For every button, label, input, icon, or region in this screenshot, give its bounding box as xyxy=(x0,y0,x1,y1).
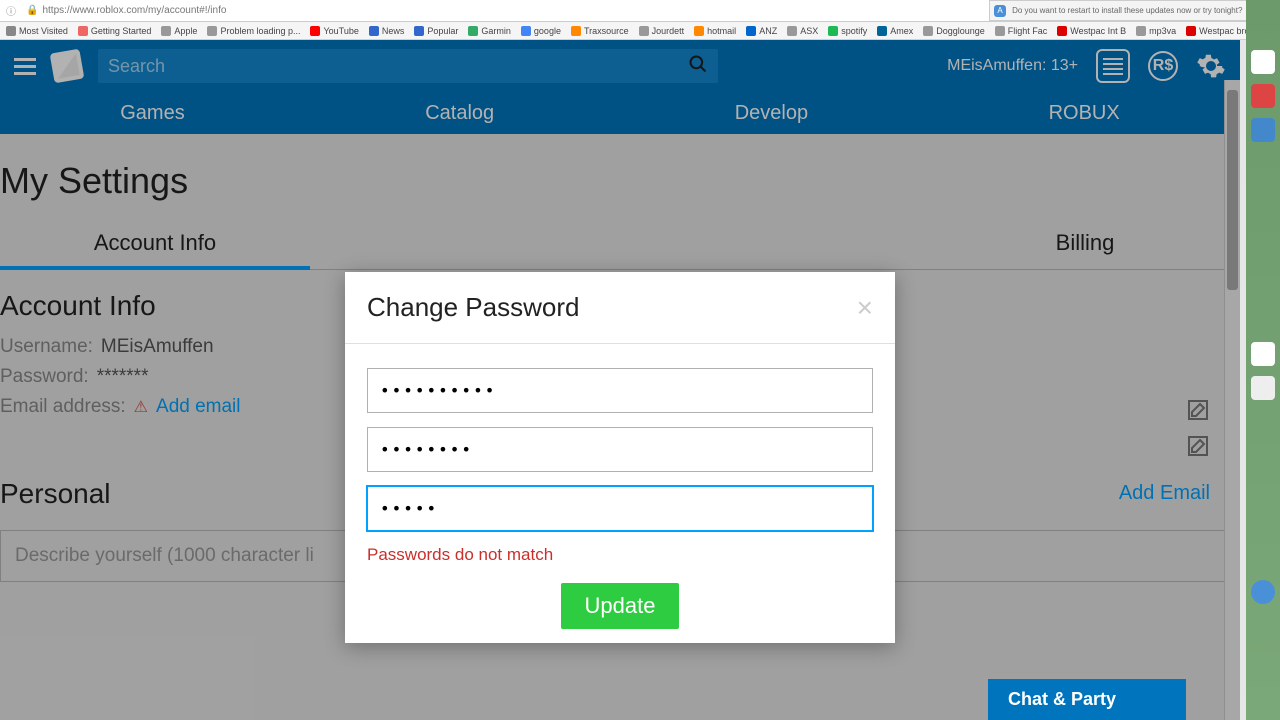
desktop-icon[interactable] xyxy=(1251,376,1275,400)
bookmark-item[interactable]: ASX xyxy=(787,26,818,36)
bookmark-item[interactable]: hotmail xyxy=(694,26,736,36)
info-icon[interactable]: ⓘ xyxy=(6,3,16,18)
bookmark-item[interactable]: spotify xyxy=(828,26,867,36)
bookmark-item[interactable]: Apple xyxy=(161,26,197,36)
desktop-icon[interactable] xyxy=(1251,580,1275,604)
bookmark-item[interactable]: Traxsource xyxy=(571,26,629,36)
bookmark-bar: Most Visited Getting Started Apple Probl… xyxy=(0,22,1280,40)
close-icon[interactable]: × xyxy=(857,294,873,322)
notif-text: Do you want to restart to install these … xyxy=(1012,6,1242,15)
confirm-password-input[interactable] xyxy=(367,486,873,531)
lock-icon: 🔒 xyxy=(26,5,38,16)
bookmark-item[interactable]: YouTube xyxy=(310,26,358,36)
bookmark-item[interactable]: Most Visited xyxy=(6,26,68,36)
browser-address-bar: ⓘ 🔒 https://www.roblox.com/my/account#!/… xyxy=(0,0,1280,22)
update-button[interactable]: Update xyxy=(561,583,680,629)
desktop-icon[interactable] xyxy=(1251,342,1275,366)
bookmark-item[interactable]: mp3va xyxy=(1136,26,1176,36)
bookmark-item[interactable]: Westpac Int B xyxy=(1057,26,1126,36)
system-notification: A Do you want to restart to install thes… xyxy=(989,0,1276,21)
bookmark-item[interactable]: ANZ xyxy=(746,26,777,36)
url-text[interactable]: https://www.roblox.com/my/account#!/info xyxy=(42,5,1100,16)
current-password-input[interactable] xyxy=(367,368,873,413)
desktop-icon[interactable] xyxy=(1251,50,1275,74)
desktop-icon[interactable] xyxy=(1251,118,1275,142)
bookmark-item[interactable]: Amex xyxy=(877,26,913,36)
desktop-strip xyxy=(1246,0,1280,720)
bookmark-item[interactable]: google xyxy=(521,26,561,36)
chat-party-bar[interactable]: Chat & Party xyxy=(988,679,1186,720)
new-password-input[interactable] xyxy=(367,427,873,472)
bookmark-item[interactable]: Garmin xyxy=(468,26,511,36)
appstore-icon: A xyxy=(994,5,1006,17)
bookmark-item[interactable]: Dogglounge xyxy=(923,26,985,36)
password-error-text: Passwords do not match xyxy=(367,545,873,565)
desktop-icon[interactable] xyxy=(1251,84,1275,108)
bookmark-item[interactable]: Popular xyxy=(414,26,458,36)
change-password-modal: Change Password × Passwords do not match… xyxy=(345,272,895,643)
bookmark-item[interactable]: Getting Started xyxy=(78,26,152,36)
bookmark-item[interactable]: News xyxy=(369,26,405,36)
bookmark-item[interactable]: Problem loading p... xyxy=(207,26,300,36)
bookmark-item[interactable]: Flight Fac xyxy=(995,26,1048,36)
bookmark-item[interactable]: Jourdett xyxy=(639,26,685,36)
modal-title: Change Password xyxy=(367,292,579,323)
